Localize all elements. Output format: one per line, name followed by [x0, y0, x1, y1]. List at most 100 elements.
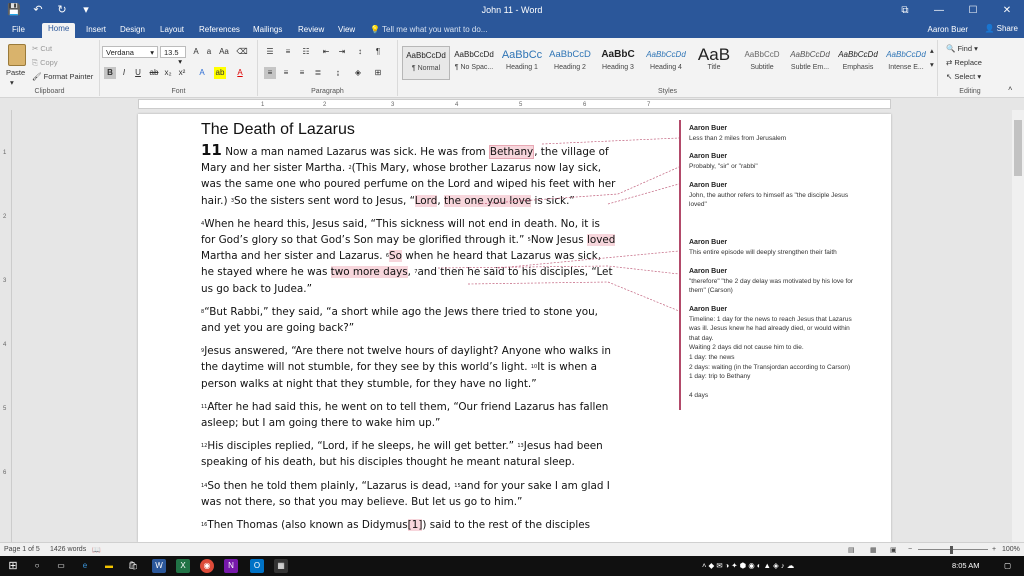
format-painter-button[interactable]: 🖌 Format Painter [32, 72, 93, 81]
strikethrough-icon[interactable]: ab [148, 67, 160, 79]
superscript-icon[interactable]: x² [176, 67, 188, 79]
maximize-button[interactable]: ☐ [956, 0, 990, 22]
align-left-icon[interactable]: ≡ [264, 67, 276, 79]
zoom-level[interactable]: 100% [1002, 546, 1020, 553]
highlight-color-icon[interactable]: ab [214, 67, 226, 79]
chrome-icon[interactable]: ◉ [200, 559, 214, 573]
onenote-icon[interactable]: N [224, 559, 238, 573]
zoom-in-icon[interactable]: + [992, 546, 996, 553]
find-button[interactable]: 🔍 Find ▾ [946, 44, 978, 53]
user-name[interactable]: Aaron Buer [928, 25, 968, 34]
edge-icon[interactable]: e [78, 559, 92, 573]
replace-button[interactable]: ⇄ Replace [946, 58, 982, 67]
change-case-icon[interactable]: Aa [218, 46, 230, 58]
paste-dropdown-icon[interactable]: ▾ [10, 78, 14, 87]
tell-me-box[interactable]: 💡 Tell me what you want to do... [370, 25, 487, 34]
clipboard-icon[interactable] [8, 44, 26, 66]
font-size-box[interactable]: 13.5 ▾ [160, 46, 186, 66]
task-view-icon[interactable]: ▭ [54, 559, 68, 573]
proofing-icon[interactable]: 📖 [92, 546, 101, 554]
excel-icon[interactable]: X [176, 559, 190, 573]
style-title[interactable]: AaB Title [690, 46, 738, 80]
tab-review[interactable]: Review [292, 24, 330, 35]
style-no-spacing[interactable]: AaBbCcDd ¶ No Spac... [450, 46, 498, 80]
document-page[interactable]: The Death of Lazarus 11 Now a man named … [138, 114, 891, 542]
styles-scroll-up-icon[interactable]: ▴ [930, 46, 934, 55]
shading-icon[interactable]: ◈ [352, 67, 364, 79]
shrink-font-icon[interactable]: a [203, 46, 215, 58]
align-center-icon[interactable]: ≡ [280, 67, 292, 79]
comment-5[interactable]: Aaron Buer "therefore" "the 2 day delay … [689, 267, 885, 296]
tab-view[interactable]: View [332, 24, 361, 35]
comment-3[interactable]: Aaron Buer John, the author refers to hi… [689, 181, 885, 210]
styles-scroll-down-icon[interactable]: ▾ [930, 60, 934, 69]
vertical-ruler[interactable]: 1 2 3 4 5 6 [0, 110, 12, 542]
multilevel-list-icon[interactable]: ☷ [300, 46, 312, 58]
app-icon[interactable]: ▦ [274, 559, 288, 573]
increase-indent-icon[interactable]: ⇥ [336, 46, 348, 58]
style-subtle-emphasis[interactable]: AaBbCcDd Subtle Em... [786, 46, 834, 80]
page-count[interactable]: Page 1 of 5 [4, 546, 40, 553]
sort-icon[interactable]: ↕ [354, 46, 366, 58]
scrollbar-thumb[interactable] [1014, 120, 1022, 176]
style-emphasis[interactable]: AaBbCcDd Emphasis [834, 46, 882, 80]
word-icon[interactable]: W [152, 559, 166, 573]
style-heading-3[interactable]: AaBbC Heading 3 [594, 46, 642, 80]
notifications-icon[interactable]: ▢ [1004, 561, 1011, 570]
style-heading-1[interactable]: AaBbCc Heading 1 [498, 46, 546, 80]
horizontal-ruler[interactable]: 1 2 3 4 5 6 7 [0, 98, 1024, 110]
style-subtitle[interactable]: AaBbCcD Subtitle [738, 46, 786, 80]
font-name-box[interactable]: Verdana ▾ [102, 46, 158, 58]
show-formatting-icon[interactable]: ¶ [372, 46, 384, 58]
zoom-slider-thumb[interactable] [950, 546, 953, 554]
zoom-out-icon[interactable]: − [908, 546, 912, 553]
style-normal[interactable]: AaBbCcDd ¶ Normal [402, 46, 450, 80]
windows-start-icon[interactable]: ⊞ [6, 559, 20, 573]
zoom-slider[interactable] [918, 549, 988, 550]
comment-6[interactable]: Aaron Buer Timeline: 1 day for the news … [689, 305, 885, 401]
borders-icon[interactable]: ⊞ [372, 67, 384, 79]
style-intense-emphasis[interactable]: AaBbCcDd Intense E... [882, 46, 930, 80]
align-right-icon[interactable]: ≡ [296, 67, 308, 79]
comment-4[interactable]: Aaron Buer This entire episode will deep… [689, 238, 885, 257]
ribbon-display-options-icon[interactable]: ⧉ [888, 0, 922, 22]
web-layout-icon[interactable]: ▣ [890, 546, 897, 554]
style-heading-4[interactable]: AaBbCcDd Heading 4 [642, 46, 690, 80]
store-icon[interactable]: 🛍 [126, 559, 140, 573]
font-color-icon[interactable]: A [234, 67, 246, 79]
comment-2[interactable]: Aaron Buer Probably, "sir" or "rabbi" [689, 152, 885, 171]
style-heading-2[interactable]: AaBbCcD Heading 2 [546, 46, 594, 80]
tab-file[interactable]: File [6, 24, 31, 35]
line-spacing-icon[interactable]: ↨ [332, 67, 344, 79]
tab-references[interactable]: References [193, 24, 246, 35]
tab-design[interactable]: Design [114, 24, 151, 35]
cut-button[interactable]: ✂ Cut [32, 44, 52, 53]
tab-home[interactable]: Home [42, 23, 76, 38]
numbering-icon[interactable]: ≡ [282, 46, 294, 58]
underline-icon[interactable]: U [132, 67, 144, 79]
outlook-icon[interactable]: O [250, 559, 264, 573]
cortana-icon[interactable]: ○ [30, 559, 44, 573]
text-effects-icon[interactable]: A [196, 67, 208, 79]
tab-mailings[interactable]: Mailings [247, 24, 288, 35]
close-button[interactable]: ✕ [990, 0, 1024, 22]
vertical-scrollbar[interactable] [1012, 110, 1024, 542]
read-mode-icon[interactable]: ▤ [848, 546, 855, 554]
subscript-icon[interactable]: x₂ [162, 67, 174, 79]
justify-icon[interactable]: ≣ [312, 67, 324, 79]
select-button[interactable]: ↖ Select ▾ [946, 72, 981, 81]
paste-button[interactable]: Paste [6, 68, 25, 77]
bullets-icon[interactable]: ☰ [264, 46, 276, 58]
share-button[interactable]: 👤 Share [984, 24, 1018, 33]
file-explorer-icon[interactable]: ▬ [102, 559, 116, 573]
tray-icons[interactable]: ˄ ◆ ✉ ◑ ✦ ⬢ ◉ ◐ ▲ ◈ ♪ ☁ [702, 561, 794, 570]
collapse-ribbon-icon[interactable]: ˄ [1008, 84, 1012, 93]
word-count[interactable]: 1426 words [50, 546, 86, 553]
tab-insert[interactable]: Insert [80, 24, 112, 35]
copy-button[interactable]: ⎘ Copy [32, 58, 58, 68]
clock[interactable]: 8:05 AM [952, 561, 980, 570]
grow-font-icon[interactable]: A [190, 46, 202, 58]
print-layout-icon[interactable]: ▦ [870, 546, 877, 554]
minimize-button[interactable]: — [922, 0, 956, 22]
italic-icon[interactable]: I [118, 67, 130, 79]
